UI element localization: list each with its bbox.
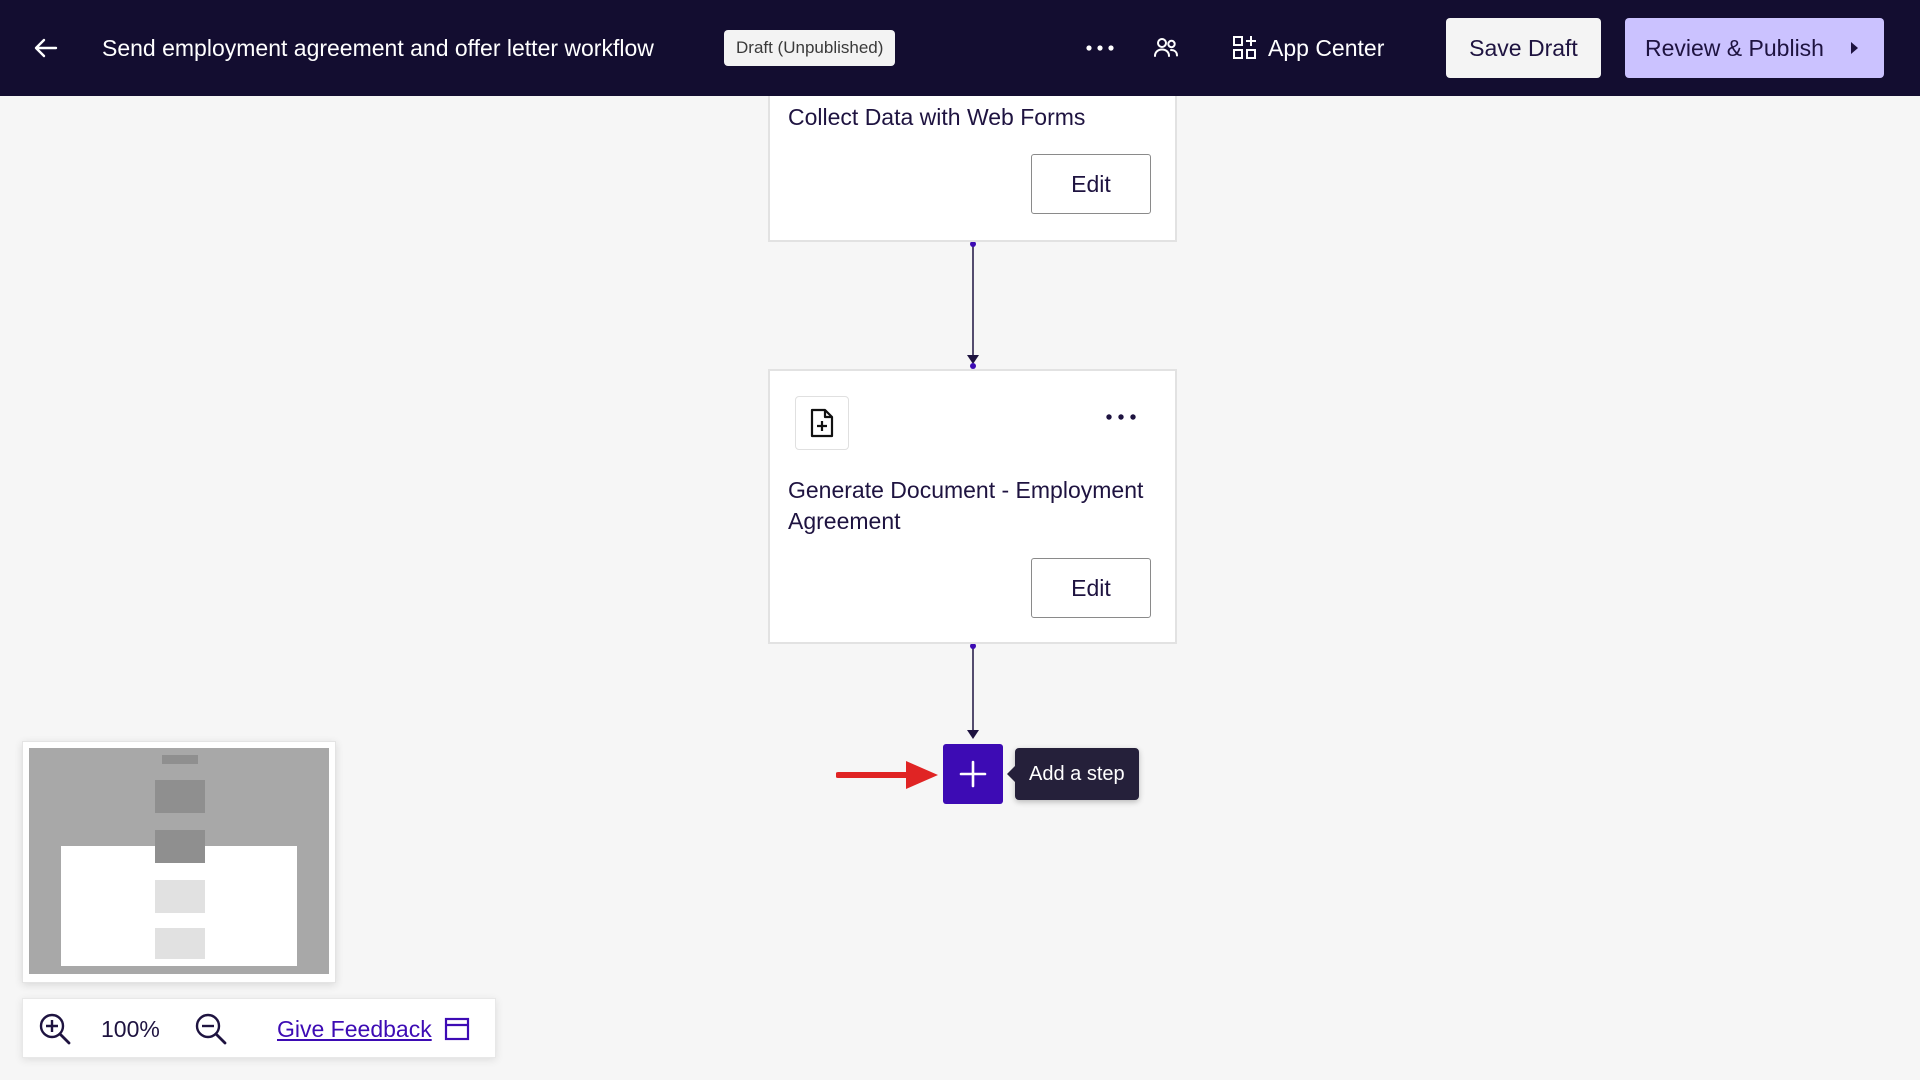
add-step-button[interactable] xyxy=(943,744,1003,804)
plus-icon xyxy=(959,760,987,788)
review-publish-label: Review & Publish xyxy=(1645,34,1824,61)
feedback-window-icon[interactable] xyxy=(443,1015,471,1043)
annotation-arrow-icon xyxy=(836,761,938,789)
apps-grid-icon xyxy=(1233,36,1256,59)
more-horizontal-icon xyxy=(1106,414,1136,420)
review-publish-button[interactable]: Review & Publish xyxy=(1625,18,1884,78)
step-title: Collect Data with Web Forms xyxy=(788,104,1086,130)
zoom-toolbar: 100% Give Feedback xyxy=(22,998,496,1058)
more-horizontal-icon xyxy=(1086,45,1114,51)
people-icon xyxy=(1154,38,1178,57)
top-bar: Send employment agreement and offer lett… xyxy=(0,0,1920,96)
document-add-icon xyxy=(810,408,834,438)
zoom-out-icon[interactable] xyxy=(193,1011,229,1047)
collaborators-button[interactable] xyxy=(1148,30,1184,66)
minimap-node xyxy=(155,928,205,959)
step-icon xyxy=(795,396,849,450)
minimap-node xyxy=(155,780,205,813)
back-button[interactable] xyxy=(28,30,64,66)
zoom-level: 100% xyxy=(101,1016,160,1042)
minimap-node xyxy=(155,830,205,863)
add-step-tooltip: Add a step xyxy=(1007,748,1139,800)
minimap-node xyxy=(155,880,205,913)
edit-step-button[interactable]: Edit xyxy=(1031,558,1151,618)
workflow-title: Send employment agreement and offer lett… xyxy=(102,35,654,61)
caret-right-icon xyxy=(1851,42,1858,54)
give-feedback-link[interactable]: Give Feedback xyxy=(277,1013,432,1045)
minimap[interactable] xyxy=(22,741,336,983)
zoom-in-icon[interactable] xyxy=(37,1011,73,1047)
app-center-label: App Center xyxy=(1268,34,1385,61)
step-card-generate-document[interactable]: Generate Document - Employment Agreement… xyxy=(768,369,1177,644)
app-center-button[interactable]: App Center xyxy=(1232,30,1384,66)
save-draft-button[interactable]: Save Draft xyxy=(1446,18,1601,78)
step-more-button[interactable] xyxy=(1101,405,1141,429)
minimap-node xyxy=(162,755,198,764)
edit-step-button[interactable]: Edit xyxy=(1031,154,1151,214)
more-options-button[interactable] xyxy=(1080,30,1120,66)
step-card-collect-data[interactable]: Collect Data with Web Forms Edit xyxy=(768,96,1177,242)
arrow-left-icon xyxy=(34,38,58,58)
minimap-canvas xyxy=(29,748,329,974)
step-title: Generate Document - Employment Agreement xyxy=(788,477,1144,534)
status-badge: Draft (Unpublished) xyxy=(724,30,896,66)
